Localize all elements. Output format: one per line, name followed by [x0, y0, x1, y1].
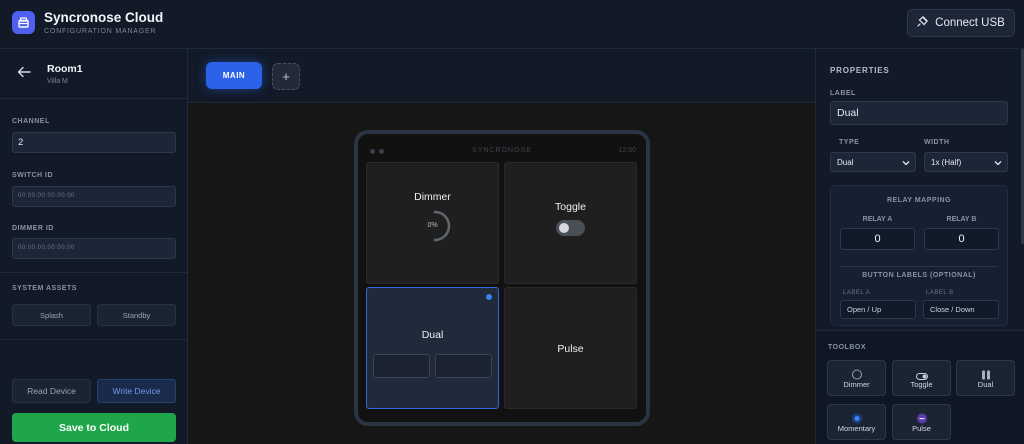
type-label: TYPE — [839, 139, 860, 146]
app-subtitle: CONFIGURATION MANAGER — [44, 28, 157, 35]
tab-main[interactable]: MAIN — [206, 62, 262, 89]
toolbox-item-label: Dual — [977, 380, 994, 389]
top-bar: Syncronose Cloud CONFIGURATION MANAGER C… — [0, 0, 1024, 49]
device-brand: SYNCRONOSE — [472, 147, 532, 154]
divider — [0, 339, 187, 340]
toolbox-item-label: Dimmer — [843, 380, 870, 389]
width-label: WIDTH — [924, 139, 950, 146]
device-time: 12:00 — [618, 147, 636, 154]
toolbox-item-dimmer[interactable]: Dimmer — [827, 360, 886, 396]
page-tab-bar: MAIN + — [188, 49, 815, 103]
width-select-value: 1x (Half) — [931, 158, 962, 167]
tile-dual[interactable]: Dual — [366, 287, 499, 409]
device-status-bar: SYNCRONOSE 12:00 — [358, 134, 646, 158]
properties-title: PROPERTIES — [830, 66, 890, 75]
standby-button[interactable]: Standby — [97, 304, 176, 326]
room-name: Room1 — [47, 63, 83, 75]
system-assets-label: SYSTEM ASSETS — [12, 285, 77, 292]
label-b-input[interactable]: Close / Down — [923, 300, 999, 319]
tile-dual-label: Dual — [421, 329, 444, 341]
tile-toggle[interactable]: Toggle — [504, 162, 637, 284]
tile-dimmer[interactable]: Dimmer 0% — [366, 162, 499, 284]
relay-a-input[interactable]: 0 — [840, 228, 915, 250]
tile-pulse[interactable]: Pulse — [504, 287, 637, 409]
relay-b-label: RELAY B — [946, 216, 977, 223]
tile-pulse-label: Pulse — [557, 343, 584, 355]
relay-mapping-card: RELAY MAPPING RELAY A RELAY B 0 0 BUTTON… — [830, 185, 1008, 326]
divider — [840, 266, 998, 267]
divider — [0, 272, 187, 273]
room-header: Room1 Villa M — [0, 49, 187, 99]
box-icon — [12, 11, 35, 34]
toolbox-item-momentary[interactable]: Momentary — [827, 404, 886, 440]
relay-mapping-title: RELAY MAPPING — [886, 197, 952, 204]
chevron-down-icon — [994, 159, 1002, 168]
type-select-value: Dual — [837, 158, 854, 167]
toolbox-item-dual[interactable]: Dual — [956, 360, 1015, 396]
toolbox-item-label: Pulse — [912, 424, 931, 433]
width-select[interactable]: 1x (Half) — [924, 152, 1008, 172]
connect-usb-label: Connect USB — [935, 17, 1005, 29]
relay-b-input[interactable]: 0 — [924, 228, 999, 250]
selected-indicator — [486, 294, 492, 300]
label-field-label: LABEL — [830, 90, 856, 97]
toolbox-title: TOOLBOX — [828, 344, 866, 351]
app-title: Syncronose Cloud — [44, 10, 164, 25]
button-labels-title: BUTTON LABELS (OPTIONAL) — [862, 272, 976, 279]
splash-button[interactable]: Splash — [12, 304, 91, 326]
relay-a-label: RELAY A — [862, 216, 893, 223]
back-arrow-icon[interactable] — [17, 65, 31, 83]
toolbox-item-toggle[interactable]: Toggle — [892, 360, 951, 396]
toggle-knob — [559, 223, 569, 233]
save-to-cloud-button[interactable]: Save to Cloud — [12, 413, 176, 442]
left-sidebar: Room1 Villa M CHANNEL 2 SWITCH ID 00:00:… — [0, 49, 188, 444]
canvas-area: MAIN + SYNCRONOSE 12:00 Dimmer 0% Toggle… — [188, 49, 815, 444]
dimmer-value: 0% — [427, 222, 438, 229]
tile-dimmer-label: Dimmer — [414, 191, 451, 203]
properties-panel: PROPERTIES LABEL Dual TYPE Dual WIDTH 1x… — [815, 49, 1024, 444]
switch-id-label: SWITCH ID — [12, 172, 54, 179]
switch-id-input[interactable]: 00:00:00:00:00:00 — [12, 186, 176, 207]
device-preview: SYNCRONOSE 12:00 Dimmer 0% Toggle Dual P… — [354, 130, 650, 426]
add-tab-button[interactable]: + — [272, 63, 300, 90]
label-input[interactable]: Dual — [830, 101, 1008, 125]
toolbox-item-label: Toggle — [910, 380, 933, 389]
tile-toggle-label: Toggle — [555, 201, 586, 213]
toggle-switch[interactable] — [556, 220, 585, 236]
chevron-down-icon — [902, 159, 910, 168]
channel-input[interactable]: 2 — [12, 132, 176, 153]
label-a-input[interactable]: Open / Up — [840, 300, 916, 319]
label-a-label: LABEL A — [843, 290, 871, 296]
label-b-label: LABEL B — [926, 290, 954, 296]
write-device-button[interactable]: Write Device — [97, 379, 176, 403]
plug-icon — [917, 15, 929, 30]
dimmer-id-input[interactable]: 00:00:00:00:00:00 — [12, 238, 176, 259]
dual-button-b[interactable] — [435, 354, 492, 378]
toolbox-item-label: Momentary — [837, 424, 876, 433]
room-location: Villa M — [47, 78, 68, 85]
dual-button-a[interactable] — [373, 354, 430, 378]
type-select[interactable]: Dual — [830, 152, 916, 172]
channel-label: CHANNEL — [12, 118, 50, 125]
dimmer-id-label: DIMMER ID — [12, 225, 54, 232]
toolbox-item-pulse[interactable]: Pulse — [892, 404, 951, 440]
connect-usb-button[interactable]: Connect USB — [907, 9, 1015, 37]
read-device-button[interactable]: Read Device — [12, 379, 91, 403]
